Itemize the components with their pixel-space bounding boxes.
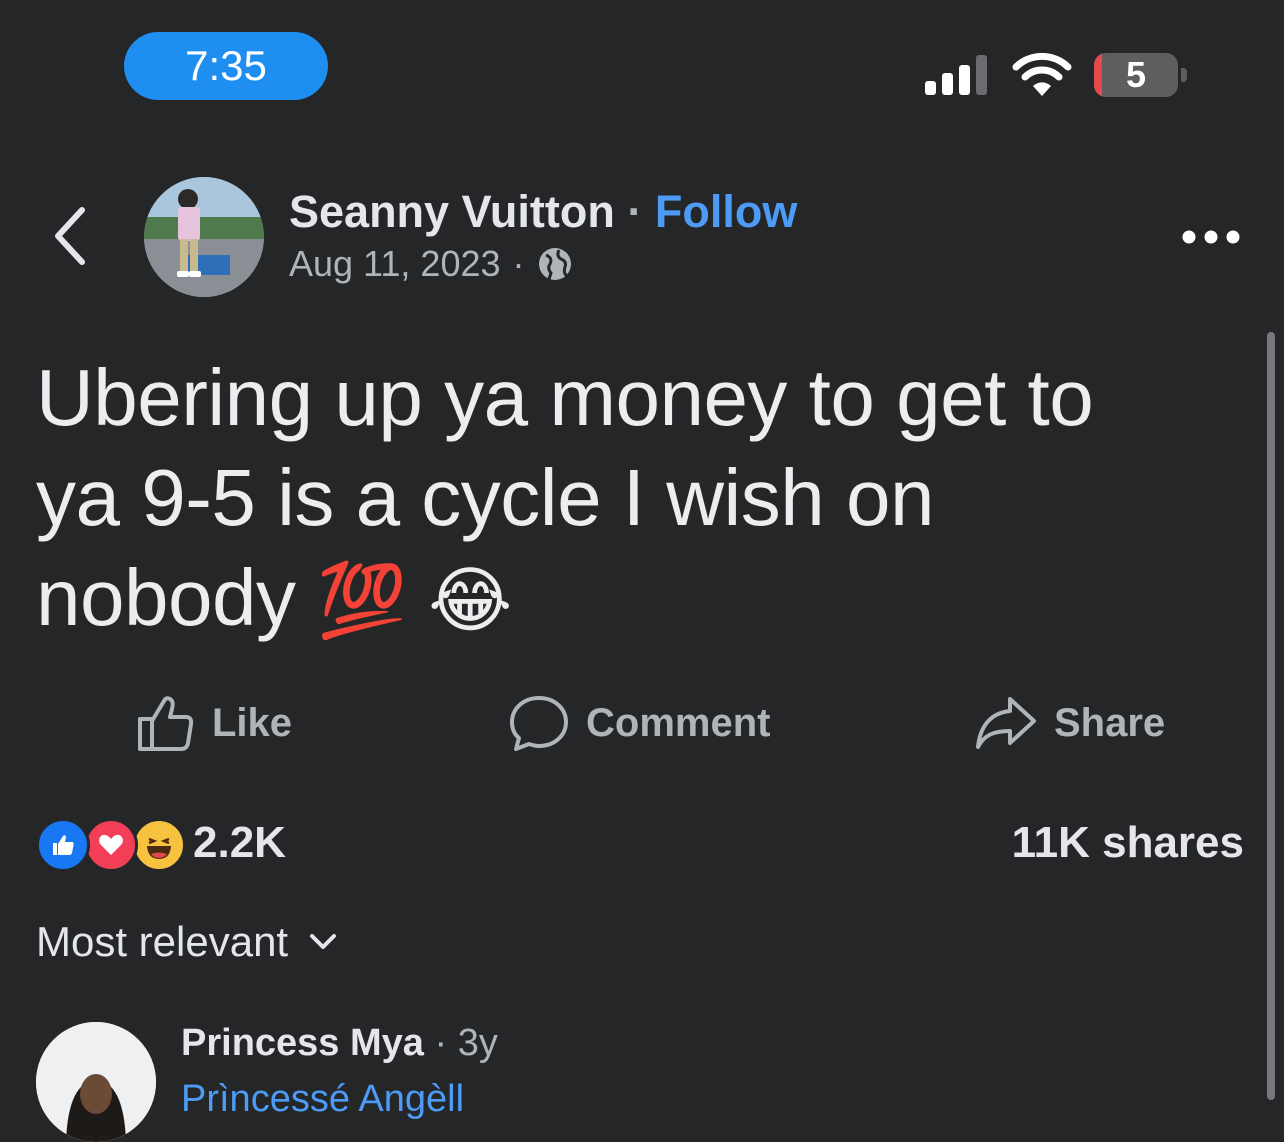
reaction-count[interactable]: 2.2K — [193, 818, 286, 868]
like-label: Like — [212, 700, 293, 745]
commenter-photo — [36, 1022, 156, 1142]
like-reaction-icon — [36, 818, 90, 872]
scrollbar[interactable] — [1267, 332, 1275, 1100]
comment-label: Comment — [586, 700, 771, 745]
laughing-tears-emoji: 😂 — [428, 561, 512, 641]
post-author-line: Seanny Vuitton · Follow — [289, 186, 797, 238]
love-reaction-icon — [84, 818, 138, 872]
battery-level: 5 — [1125, 54, 1147, 95]
author-separator: · — [627, 186, 643, 237]
commenter-name[interactable]: Princess Mya — [181, 1022, 424, 1064]
back-chevron-icon[interactable] — [48, 204, 92, 268]
post-meta: Aug 11, 2023 · — [289, 243, 573, 285]
wifi-icon — [1012, 52, 1072, 96]
shares-count[interactable]: 11K shares — [1012, 818, 1244, 868]
hundred-points-emoji: 💯 — [317, 561, 407, 641]
cellular-signal-icon — [925, 55, 987, 95]
share-arrow-icon — [976, 697, 1036, 749]
share-button[interactable]: Share — [974, 690, 1165, 756]
commenter-line: Princess Mya · 3y — [181, 1022, 498, 1064]
share-label: Share — [1054, 700, 1166, 745]
sort-label: Most relevant — [36, 918, 289, 965]
post-text: Ubering up ya money to get to ya 9-5 is … — [36, 348, 1196, 651]
avatar-photo — [144, 177, 264, 297]
haha-reaction-icon — [132, 818, 186, 872]
chevron-down-icon — [310, 934, 337, 949]
post-date[interactable]: Aug 11, 2023 — [289, 243, 501, 285]
reaction-icons[interactable] — [36, 818, 186, 872]
thumbs-up-icon — [138, 696, 194, 751]
battery-tip — [1181, 68, 1187, 82]
like-button[interactable]: Like — [136, 690, 292, 756]
meta-separator: · — [512, 243, 525, 284]
follow-button[interactable]: Follow — [655, 186, 797, 237]
more-options-icon[interactable] — [1180, 222, 1242, 252]
globe-icon — [538, 248, 571, 280]
battery-indicator: 5 — [1094, 53, 1178, 97]
commenter-avatar[interactable] — [36, 1022, 156, 1142]
comment-button[interactable]: Comment — [508, 690, 770, 756]
comment-age: 3y — [457, 1022, 498, 1064]
post-text-content: Ubering up ya money to get to ya 9-5 is … — [36, 353, 1094, 642]
status-time: 7:35 — [124, 32, 328, 100]
comment-bubble-icon — [510, 696, 568, 751]
author-name[interactable]: Seanny Vuitton — [289, 186, 615, 237]
author-avatar[interactable] — [144, 177, 264, 297]
comment-sort-dropdown[interactable]: Most relevant — [36, 918, 338, 966]
